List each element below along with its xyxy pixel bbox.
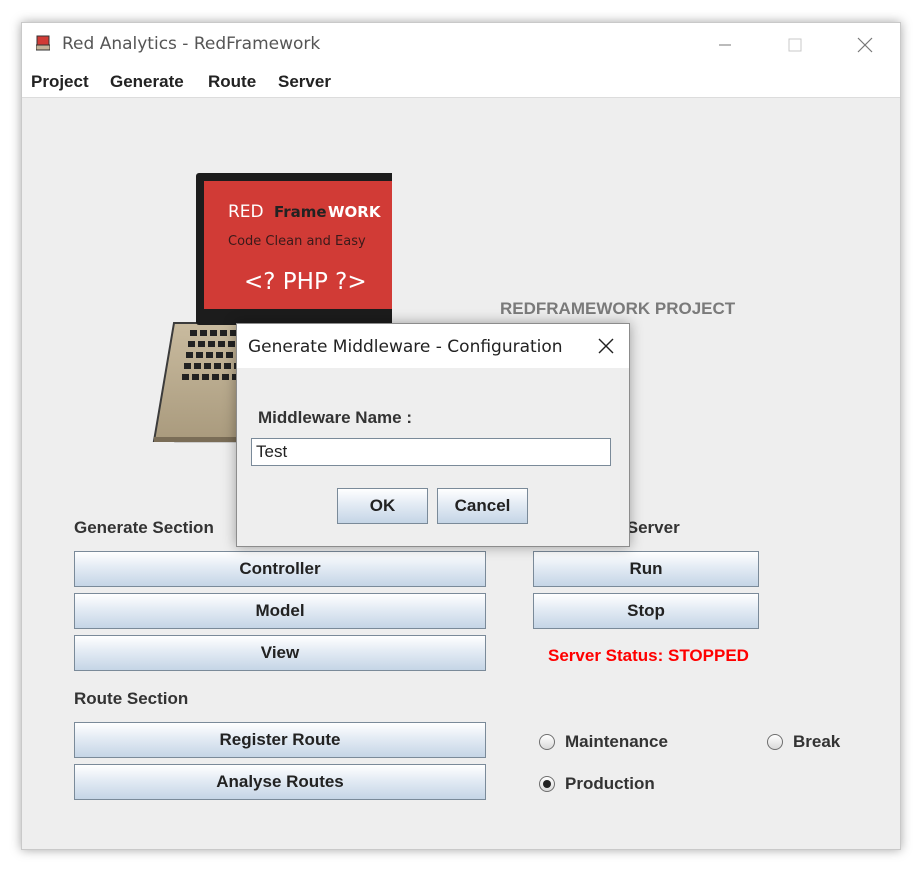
radio-production-indicator[interactable] [539,776,555,792]
menu-server[interactable]: Server [278,72,331,92]
middleware-dialog: Generate Middleware - Configuration Midd… [236,323,630,547]
register-route-button[interactable]: Register Route [74,722,486,758]
close-icon [857,37,873,53]
maximize-icon [788,38,802,52]
main-window: Red Analytics - RedFramework Project Gen… [21,22,901,850]
break-label: Break [793,732,841,751]
cancel-button[interactable]: Cancel [437,488,528,524]
menu-project[interactable]: Project [31,72,89,92]
middleware-name-label: Middleware Name : [258,408,412,427]
maintenance-radio[interactable]: Maintenance [539,732,668,752]
project-label: REDFRAMEWORK PROJECT [500,299,736,318]
window-title: Red Analytics - RedFramework [62,34,321,54]
maintenance-label: Maintenance [565,732,668,751]
logo-php-text: <? PHP ?> [244,269,367,295]
app-icon [36,35,50,51]
logo-tagline: Code Clean and Easy [228,234,366,249]
server-status: Server Status: STOPPED [548,646,749,665]
model-button[interactable]: Model [74,593,486,629]
view-button[interactable]: View [74,635,486,671]
minimize-button[interactable] [702,29,748,61]
route-section-heading: Route Section [74,689,189,708]
menu-generate[interactable]: Generate [110,72,184,92]
maximize-button[interactable] [772,29,818,61]
run-server-button[interactable]: Run [533,551,759,587]
menu-route[interactable]: Route [208,72,256,92]
middleware-name-input[interactable] [251,438,611,466]
break-radio[interactable]: Break [767,732,840,752]
menu-bar: Project Generate Route Server [22,67,900,98]
dialog-title-bar[interactable]: Generate Middleware - Configuration [237,324,629,368]
title-bar[interactable]: Red Analytics - RedFramework [22,23,900,67]
production-radio[interactable]: Production [539,774,655,794]
close-button[interactable] [842,29,888,61]
generate-section-heading: Generate Section [74,518,214,537]
radio-maintenance-indicator[interactable] [539,734,555,750]
controller-button[interactable]: Controller [74,551,486,587]
logo-red-text: RED [228,202,264,222]
logo-frame-text: Frame [274,203,327,221]
radio-break-indicator[interactable] [767,734,783,750]
dialog-close-icon[interactable] [595,335,617,357]
stop-server-button[interactable]: Stop [533,593,759,629]
dialog-title: Generate Middleware - Configuration [248,337,563,357]
ok-button[interactable]: OK [337,488,428,524]
production-label: Production [565,774,655,793]
logo-work-text: WORK [328,203,382,221]
minimize-icon [719,44,731,46]
analyse-routes-button[interactable]: Analyse Routes [74,764,486,800]
